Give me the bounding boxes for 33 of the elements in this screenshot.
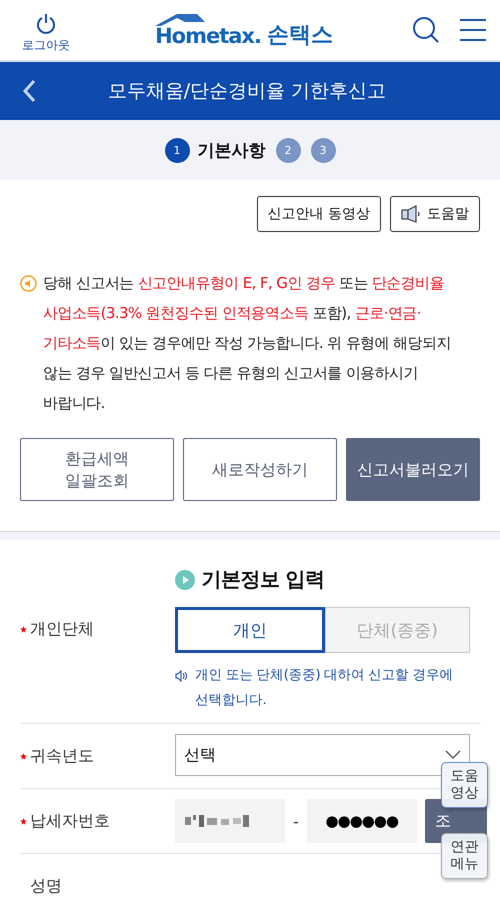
search-icon[interactable] xyxy=(412,16,440,44)
toggle-option[interactable]: 개인 xyxy=(175,607,324,653)
field-label: 납세자번호 xyxy=(30,810,110,832)
step-number[interactable]: 1 xyxy=(164,138,190,162)
field-label: 개인단체 xyxy=(30,618,94,640)
floating-button[interactable]: 도움 영상 xyxy=(441,762,488,808)
section-title: 기본정보 입력 xyxy=(201,566,325,593)
speaker-icon xyxy=(175,670,189,682)
field-label: 귀속년도 xyxy=(30,746,94,766)
separator-text: - xyxy=(293,812,299,830)
menu-icon[interactable] xyxy=(460,18,486,42)
hint-text: 개인 또는 단체(종중) 대하여 신고할 경우에 선택합니다. xyxy=(195,666,454,710)
app-name: 손택스 xyxy=(266,25,333,47)
chevron-down-icon xyxy=(445,750,461,760)
floating-button[interactable]: 연관 메뉴 xyxy=(441,833,488,879)
field-label: 성명 xyxy=(30,876,62,896)
back-icon[interactable] xyxy=(22,79,36,103)
page-title: 모두채움/단순경비율 기한후신고 xyxy=(106,79,388,104)
logout-button[interactable]: 로그아웃 xyxy=(22,12,70,54)
help-button[interactable]: 도움말 xyxy=(390,196,480,232)
video-guide-button[interactable]: 신고안내 동영상 xyxy=(256,196,381,232)
pixelated-value-drawing xyxy=(185,815,251,827)
action-button[interactable]: 신고서불러오기 xyxy=(346,438,480,501)
notice-text: 당해 신고서는 신고안내유형이 E, F, G인 경우 또는 단순경비율 사업소득(3.3% 원천징수된 인적용역소득 포함), 근로·연금·기타소득이 있는 경우에만 작성 가능합니다. 위 유형에 해당되지 않는 경우 일반신고서 등 다른 유형의 신고서를 이용하시기 바랍니다. xyxy=(43,273,452,414)
action-button[interactable]: 환급세액 일괄조회 xyxy=(20,438,174,501)
speaker-icon xyxy=(20,275,37,292)
step-label: 기본사항 xyxy=(198,140,266,162)
play-icon xyxy=(175,570,196,590)
logo-text: Hometax. xyxy=(155,26,261,47)
password-field[interactable]: ●●●●●● xyxy=(306,799,417,843)
power-icon xyxy=(35,12,57,34)
action-button[interactable]: 새로작성하기 xyxy=(183,438,337,501)
masked-input-field[interactable] xyxy=(175,799,285,843)
